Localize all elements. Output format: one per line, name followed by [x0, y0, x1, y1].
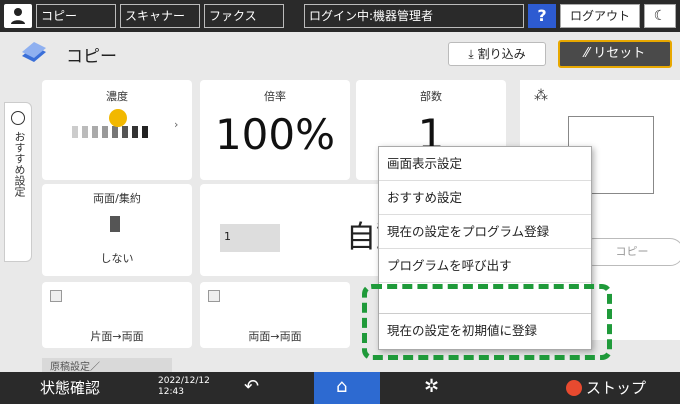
density-tile[interactable]: 濃度 ›	[42, 80, 192, 180]
shortcut-1side-2side[interactable]: 片面→両面	[42, 282, 192, 348]
tab-fax[interactable]: ファクス	[204, 4, 284, 28]
interrupt-label: 割り込み	[477, 47, 526, 61]
interrupt-icon: ⤓	[468, 47, 474, 61]
top-bar: コピー スキャナー ファクス ログイン中:機器管理者 ? ログアウト ☾	[0, 0, 680, 32]
color-mode-icon: ⁂	[534, 88, 548, 104]
ratio-value: 100%	[214, 110, 336, 159]
copies-label: 部数	[420, 90, 442, 103]
reset-button[interactable]: ⁄⁄ リセット	[558, 40, 672, 68]
energy-saver-button[interactable]: ☾	[644, 4, 676, 28]
home-icon: ⌂	[336, 376, 348, 397]
back-icon[interactable]: ↶	[244, 376, 259, 397]
recommended-settings-label: おすすめ設定	[13, 131, 26, 197]
checkbox[interactable]	[50, 290, 62, 302]
home-button[interactable]: ⌂	[314, 372, 380, 404]
menu-item-register-program[interactable]: 現在の設定をプログラム登録	[379, 215, 591, 249]
clock-icon	[11, 111, 25, 125]
shortcut-2side-2side[interactable]: 両面→両面	[200, 282, 350, 348]
logout-button[interactable]: ログアウト	[560, 4, 640, 28]
duplex-label: 両面/集約	[93, 192, 141, 205]
datetime: 2022/12/12 12:43	[158, 376, 210, 397]
original-settings-tab[interactable]: 原稿設定／	[42, 358, 172, 373]
status-check-button[interactable]: 状態確認	[40, 377, 100, 398]
ratio-label: 倍率	[264, 90, 286, 103]
highlight-box	[362, 284, 612, 360]
menu-item-recall-program[interactable]: プログラムを呼び出す	[379, 249, 591, 283]
shortcut-1-label: 片面→両面	[90, 330, 144, 343]
page-title: コピー	[66, 47, 117, 67]
menu-item-recommended-settings[interactable]: おすすめ設定	[379, 181, 591, 215]
reset-icon: ⁄⁄	[584, 46, 590, 61]
login-status: ログイン中:機器管理者	[304, 4, 524, 28]
stop-icon	[566, 380, 582, 396]
help-button[interactable]: ?	[528, 4, 556, 28]
duplex-icon	[110, 216, 120, 232]
ratio-tile[interactable]: 倍率 100%	[200, 80, 350, 180]
bottom-bar: 状態確認 2022/12/12 12:43 ↶ ⌂ ✲ ストップ	[0, 372, 680, 404]
shortcut-2-label: 両面→両面	[248, 330, 302, 343]
duplex-combine-tile[interactable]: 両面/集約 しない	[42, 184, 192, 276]
menu-item-display-settings[interactable]: 画面表示設定	[379, 147, 591, 181]
tab-scanner[interactable]: スキャナー	[120, 4, 200, 28]
tray-number: 1	[224, 230, 231, 243]
recommended-settings-tab[interactable]: おすすめ設定	[4, 102, 32, 262]
density-label: 濃度	[106, 90, 128, 103]
settings-icon[interactable]: ✲	[424, 376, 439, 397]
tab-copy[interactable]: コピー	[36, 4, 116, 28]
user-icon[interactable]	[4, 4, 32, 28]
stop-button[interactable]: ストップ	[586, 377, 646, 398]
copy-app-icon	[22, 42, 46, 62]
checkbox[interactable]	[208, 290, 220, 302]
density-slider: ›	[72, 109, 178, 138]
svg-text:›: ›	[174, 118, 178, 131]
duplex-value: しない	[100, 252, 134, 265]
title-bar: コピー ⤓ 割り込み ⁄⁄ リセット	[0, 32, 680, 76]
reset-label: リセット	[593, 46, 646, 61]
interrupt-button[interactable]: ⤓ 割り込み	[448, 42, 546, 66]
copy-button[interactable]: コピー	[580, 238, 680, 266]
